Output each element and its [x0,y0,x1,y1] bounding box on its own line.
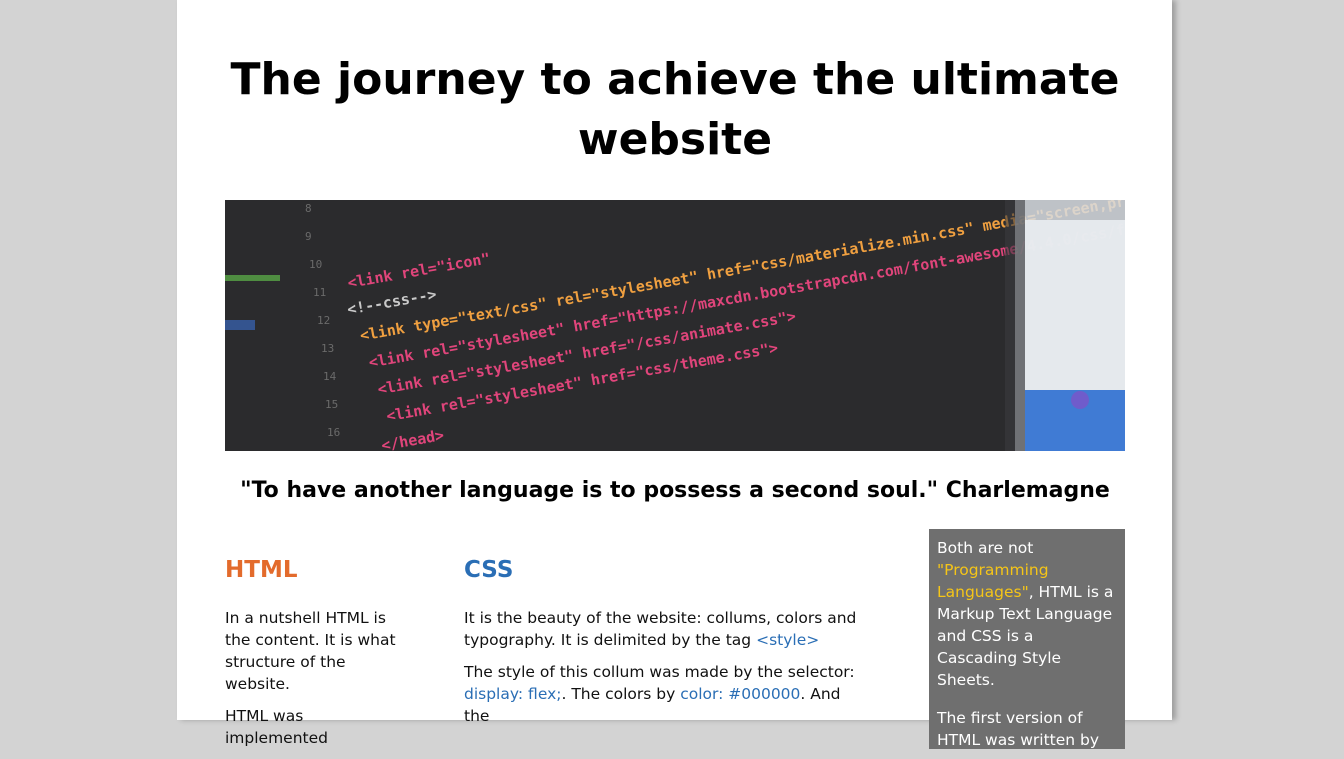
svg-text:12: 12 [317,314,330,327]
page-sheet: The journey to achieve the ultimate webs… [177,0,1172,749]
hero-code-graphic: 8 9 10 11 12 13 14 15 16 <link rel="icon… [225,200,1125,451]
display-flex-code: display: flex; [464,685,562,703]
aside-text-a: Both are not [937,539,1034,557]
css-paragraph-2: The style of this collum was made by the… [464,661,864,727]
html-heading: HTML [225,557,298,583]
css-paragraph-1: It is the beauty of the website: collums… [464,607,864,651]
css-section: CSS It is the beauty of the website: col… [464,555,864,737]
hero-code-image: 8 9 10 11 12 13 14 15 16 <link rel="icon… [225,200,1125,451]
svg-text:13: 13 [321,342,334,355]
svg-text:8: 8 [305,202,312,215]
svg-text:16: 16 [327,426,340,439]
svg-text:11: 11 [313,286,326,299]
html-paragraph-1: In a nutshell HTML is the content. It is… [225,609,396,693]
aside-paragraph-2: The first version of HTML was written by [937,709,1100,749]
quote: "To have another language is to possess … [240,478,1110,503]
svg-text:9: 9 [305,230,312,243]
color-code: color: #000000 [680,685,801,703]
css-paragraph-2-text-a: The style of this collum was made by the… [464,663,855,681]
html-paragraph-2: HTML was implemented [225,707,328,747]
page-title: The journey to achieve the ultimate webs… [230,54,1120,165]
svg-text:10: 10 [309,258,322,271]
svg-text:15: 15 [325,398,338,411]
css-paragraph-2-text-b: . The colors by [561,685,681,703]
style-tag-code: <style> [756,631,820,649]
svg-text:14: 14 [323,370,337,383]
aside-paragraph-1: Both are not "Programming Languages", HT… [937,537,1117,691]
aside-note: Both are not "Programming Languages", HT… [929,529,1125,749]
html-section: HTML In a nutshell HTML is the content. … [225,555,405,759]
css-heading: CSS [464,557,514,583]
